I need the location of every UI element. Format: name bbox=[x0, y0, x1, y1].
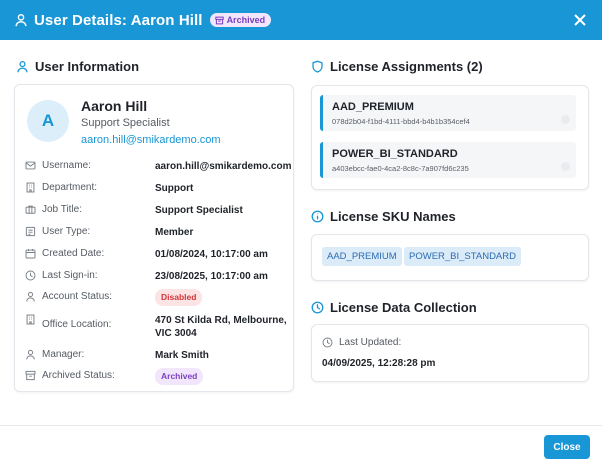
close-icon[interactable] bbox=[572, 12, 588, 28]
dialog-title: User Details: Aaron Hill bbox=[34, 11, 203, 29]
archived-badge-label: Archived bbox=[226, 15, 266, 25]
license-assignments-card: AAD_PREMIUM 078d2b04-f1bd-4111-bbd4-b4b1… bbox=[311, 85, 589, 190]
user-role: Support Specialist bbox=[81, 117, 170, 129]
info-icon bbox=[311, 210, 324, 223]
license-item: AAD_PREMIUM 078d2b04-f1bd-4111-bbd4-b4b1… bbox=[320, 95, 576, 131]
building-icon bbox=[26, 182, 35, 193]
user-info-card: A Aaron Hill Support Specialist aaron.hi… bbox=[14, 84, 294, 392]
archive-icon bbox=[25, 370, 36, 381]
calendar-icon bbox=[25, 249, 36, 259]
license-id: a403ebcc-fae0-4ca2-8c8c-7a907fd6c235 bbox=[332, 164, 469, 173]
briefcase-icon bbox=[25, 205, 36, 214]
sku-card: AAD_PREMIUM POWER_BI_STANDARD bbox=[311, 234, 589, 281]
license-name: AAD_PREMIUM bbox=[332, 101, 414, 113]
office-location-value: 470 St Kilda Rd, Melbourne, VIC 3004 bbox=[155, 315, 287, 339]
disabled-status-badge: Disabled bbox=[155, 289, 203, 306]
user-name: Aaron Hill bbox=[81, 98, 148, 114]
license-item-dot bbox=[561, 115, 570, 124]
user-icon bbox=[26, 291, 35, 302]
license-id: 078d2b04-f1bd-4111-bbd4-b4b1b354cef4 bbox=[332, 117, 470, 126]
last-sign-in-value: 23/08/2025, 10:17:00 am bbox=[155, 271, 268, 282]
archived-status-badge: Archived bbox=[155, 368, 204, 385]
license-item-dot bbox=[561, 162, 570, 171]
archived-badge: Archived bbox=[209, 13, 272, 27]
office-icon bbox=[26, 314, 35, 325]
mail-icon bbox=[25, 161, 36, 170]
user-email-link[interactable]: aaron.hill@smikardemo.com bbox=[81, 134, 221, 146]
user-icon bbox=[26, 349, 35, 360]
sku-section-title: License SKU Names bbox=[311, 209, 456, 224]
username-value: aaron.hill@smikardemo.com bbox=[155, 161, 292, 172]
job-title-value: Support Specialist bbox=[155, 205, 243, 216]
data-collection-card: Last Updated: 04/09/2025, 12:28:28 pm bbox=[311, 324, 589, 382]
license-item: POWER_BI_STANDARD a403ebcc-fae0-4ca2-8c8… bbox=[320, 142, 576, 178]
user-icon bbox=[17, 60, 28, 73]
created-date-value: 01/08/2024, 10:17:00 am bbox=[155, 249, 268, 260]
id-card-icon bbox=[25, 226, 36, 237]
sku-tag: POWER_BI_STANDARD bbox=[404, 247, 521, 266]
user-type-value: Member bbox=[155, 227, 194, 238]
avatar: A bbox=[27, 100, 69, 142]
user-icon bbox=[15, 14, 27, 27]
last-updated-label: Last Updated: bbox=[322, 337, 401, 348]
license-name: POWER_BI_STANDARD bbox=[332, 148, 458, 160]
license-assignments-section-title: License Assignments (2) bbox=[311, 59, 483, 74]
manager-value: Mark Smith bbox=[155, 350, 209, 361]
department-value: Support bbox=[155, 183, 194, 194]
sku-tag: AAD_PREMIUM bbox=[322, 247, 402, 266]
last-updated-value: 04/09/2025, 12:28:28 pm bbox=[322, 358, 436, 369]
shield-icon bbox=[312, 60, 323, 73]
dialog-header: User Details: Aaron Hill Archived bbox=[0, 0, 602, 40]
archive-icon bbox=[214, 16, 224, 24]
clock-icon bbox=[322, 337, 333, 348]
close-button[interactable]: Close bbox=[544, 435, 590, 459]
user-info-section-title: User Information bbox=[16, 59, 139, 74]
data-collection-section-title: License Data Collection bbox=[311, 300, 477, 315]
footer-divider bbox=[0, 425, 602, 426]
clock-icon bbox=[25, 270, 36, 281]
clock-icon bbox=[311, 301, 324, 314]
